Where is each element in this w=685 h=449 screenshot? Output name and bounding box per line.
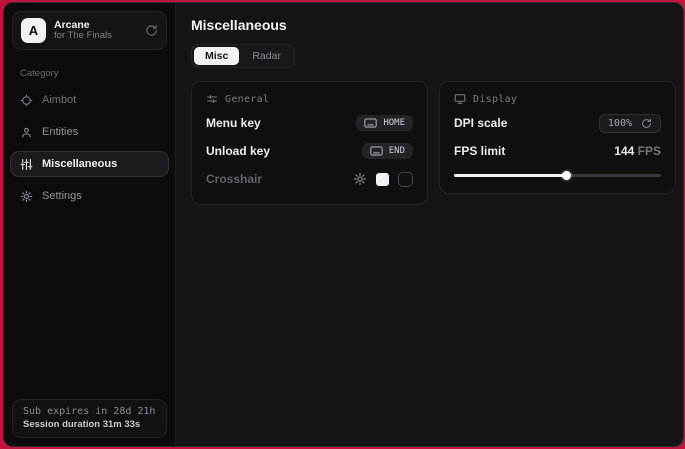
dpi-scale-value: 100%: [608, 118, 632, 129]
category-label: Category: [20, 68, 159, 79]
sidebar-item-miscellaneous[interactable]: Miscellaneous: [10, 151, 169, 177]
subscription-card: Sub expires in 28d 21h Session duration …: [12, 399, 167, 438]
menu-key-row: Menu key HOME: [206, 111, 413, 135]
unload-key-label: Unload key: [206, 144, 270, 158]
dpi-scale-row: DPI scale 100%: [454, 111, 661, 135]
crosshair-icon: [20, 94, 33, 107]
unload-key-bind-button[interactable]: END: [362, 143, 413, 159]
display-card-header: Display: [454, 93, 661, 105]
brand-card: A Arcane for The Finals: [12, 11, 167, 50]
page-title: Miscellaneous: [191, 17, 676, 33]
gear-icon: [20, 190, 33, 203]
general-card: General Menu key HOME Unload key: [191, 81, 428, 205]
sidebar-nav: Aimbot Entities Miscellaneous: [4, 83, 175, 213]
brand-text: Arcane for The Finals: [54, 19, 137, 42]
tab-misc[interactable]: Misc: [194, 47, 239, 65]
sidebar-item-label: Aimbot: [42, 94, 76, 106]
keyboard-icon: [370, 146, 383, 156]
fps-unit: FPS: [634, 144, 661, 158]
sidebar-item-label: Miscellaneous: [42, 158, 117, 170]
fps-limit-value: 144 FPS: [614, 144, 661, 158]
crosshair-color-swatch[interactable]: [376, 173, 389, 186]
unload-key-row: Unload key END: [206, 139, 413, 163]
crosshair-checkbox[interactable]: [398, 172, 413, 187]
menu-key-bind-button[interactable]: HOME: [356, 115, 413, 131]
sidebar-item-settings[interactable]: Settings: [10, 183, 169, 209]
crosshair-controls: [353, 172, 413, 187]
reset-refresh-icon[interactable]: [641, 118, 652, 129]
dpi-scale-label: DPI scale: [454, 116, 507, 130]
fps-slider-thumb[interactable]: [562, 171, 571, 180]
refresh-icon[interactable]: [145, 24, 158, 37]
sidebar-spacer: [4, 213, 175, 391]
brand-subtitle: for The Finals: [54, 31, 137, 42]
entities-icon: [20, 126, 33, 139]
sub-expires-text: Sub expires in 28d 21h: [23, 406, 156, 417]
crosshair-row: Crosshair: [206, 167, 413, 191]
fps-slider-fill: [454, 174, 566, 177]
tab-radar[interactable]: Radar: [241, 47, 292, 65]
session-duration-text: Session duration 31m 33s: [23, 419, 156, 430]
sidebar-item-aimbot[interactable]: Aimbot: [10, 87, 169, 113]
app-window: A Arcane for The Finals Category Aimbot: [3, 2, 684, 447]
sliders-icon: [20, 158, 33, 171]
sidebar-item-label: Settings: [42, 190, 82, 202]
keyboard-icon: [364, 118, 377, 128]
sidebar-item-label: Entities: [42, 126, 78, 138]
dpi-scale-control[interactable]: 100%: [599, 114, 661, 133]
sidebar-item-entities[interactable]: Entities: [10, 119, 169, 145]
fps-limit-label: FPS limit: [454, 144, 505, 158]
menu-key-label: Menu key: [206, 116, 261, 130]
crosshair-label: Crosshair: [206, 172, 262, 186]
display-card-title: Display: [473, 94, 517, 105]
crosshair-settings-gear-icon[interactable]: [353, 172, 367, 186]
fps-limit-slider[interactable]: [454, 171, 661, 180]
tab-bar: Misc Radar: [191, 44, 295, 68]
main-content: Miscellaneous Misc Radar General Menu ke…: [176, 3, 684, 446]
unload-key-value: END: [389, 146, 405, 156]
monitor-icon: [454, 93, 466, 105]
sliders-horizontal-icon: [206, 93, 218, 105]
cards-row: General Menu key HOME Unload key: [191, 81, 676, 205]
general-card-title: General: [225, 94, 269, 105]
brand-logo: A: [21, 18, 46, 43]
sidebar: A Arcane for The Finals Category Aimbot: [4, 3, 176, 446]
menu-key-value: HOME: [383, 118, 405, 128]
general-card-header: General: [206, 93, 413, 105]
fps-limit-row: FPS limit 144 FPS: [454, 139, 661, 163]
display-card: Display DPI scale 100% FPS limit: [439, 81, 676, 194]
